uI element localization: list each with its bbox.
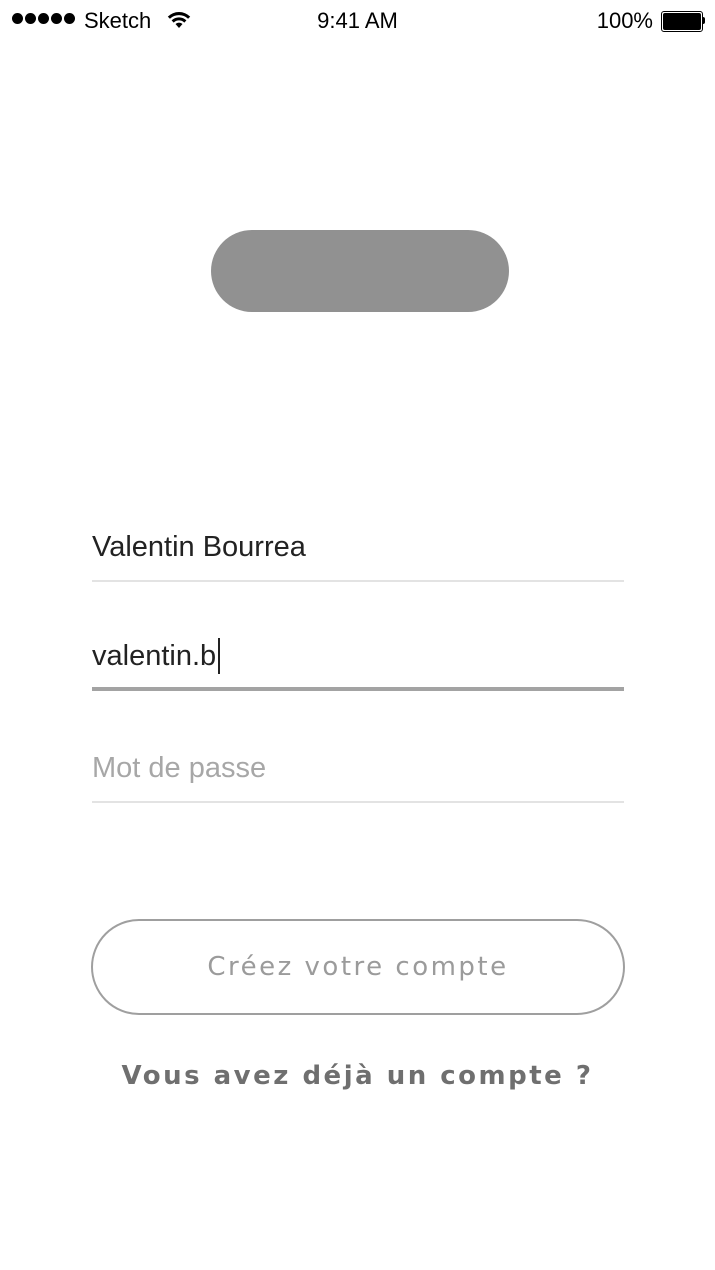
password-field-underline bbox=[92, 801, 624, 803]
name-field-underline bbox=[92, 580, 624, 582]
text-caret bbox=[218, 638, 221, 674]
name-field-value: Valentin Bourrea bbox=[92, 531, 306, 563]
email-field[interactable]: valentin.b bbox=[92, 638, 624, 692]
password-field-placeholder: Mot de passe bbox=[92, 752, 267, 784]
battery-percentage: 100% bbox=[596, 8, 653, 33]
create-account-button[interactable]: Créez votre compte bbox=[91, 919, 625, 1015]
email-field-underline-active bbox=[92, 687, 624, 691]
logo-placeholder bbox=[211, 230, 509, 312]
existing-account-link[interactable]: Vous avez déjà un compte ? bbox=[0, 1058, 715, 1094]
email-field-value: valentin.b bbox=[92, 640, 217, 672]
status-bar: Sketch 9:41 AM 100% bbox=[0, 0, 715, 42]
password-field[interactable]: Mot de passe bbox=[92, 750, 624, 804]
battery-icon bbox=[661, 11, 705, 32]
name-field[interactable]: Valentin Bourrea bbox=[92, 529, 624, 583]
